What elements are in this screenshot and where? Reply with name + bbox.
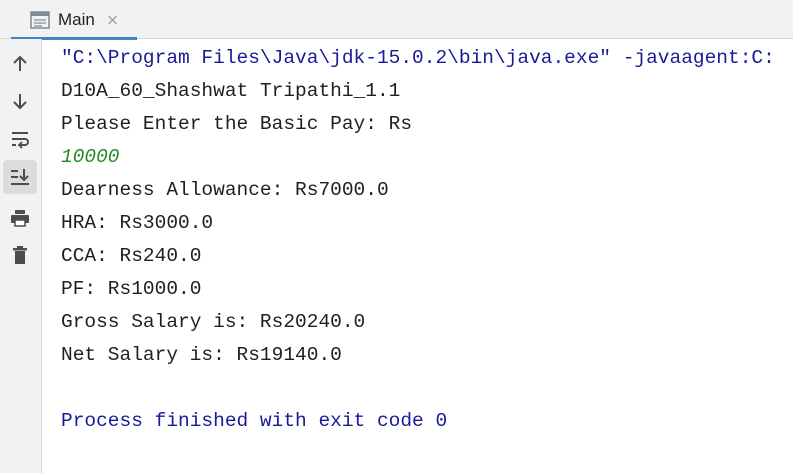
console-window-icon [30, 10, 50, 29]
console-output[interactable]: "C:\Program Files\Java\jdk-15.0.2\bin\ja… [61, 42, 793, 473]
tab-bar: Main × [0, 0, 793, 40]
soft-wrap-icon [12, 132, 29, 149]
console-toolbar [0, 39, 42, 473]
output-line: Gross Salary is: Rs20240.0 [61, 311, 366, 333]
up-arrow-icon [13, 55, 27, 71]
command-line: "C:\Program Files\Java\jdk-15.0.2\bin\ja… [61, 47, 775, 69]
trash-icon [13, 246, 27, 264]
clear-all-button[interactable] [3, 238, 37, 272]
soft-wrap-button[interactable] [3, 122, 37, 156]
print-icon [11, 210, 29, 227]
print-button[interactable] [3, 201, 37, 235]
output-line: D10A_60_Shashwat Tripathi_1.1 [61, 80, 401, 102]
tab-label: Main [58, 9, 95, 29]
output-line: CCA: Rs240.0 [61, 245, 202, 267]
down-arrow-button[interactable] [3, 84, 37, 118]
scroll-to-end-button[interactable] [3, 160, 37, 194]
up-arrow-button[interactable] [3, 47, 37, 81]
output-line: PF: Rs1000.0 [61, 278, 202, 300]
tab-main[interactable]: Main × [11, 0, 137, 40]
exit-status-line: Process finished with exit code 0 [61, 410, 448, 432]
close-icon[interactable]: × [106, 11, 119, 28]
down-arrow-icon [13, 94, 27, 110]
output-line: Dearness Allowance: Rs7000.0 [61, 179, 389, 201]
output-line: Please Enter the Basic Pay: Rs [61, 113, 413, 135]
output-line: HRA: Rs3000.0 [61, 212, 214, 234]
output-line: Net Salary is: Rs19140.0 [61, 344, 342, 366]
user-input-line: 10000 [61, 146, 120, 168]
scroll-to-end-icon [11, 169, 29, 185]
